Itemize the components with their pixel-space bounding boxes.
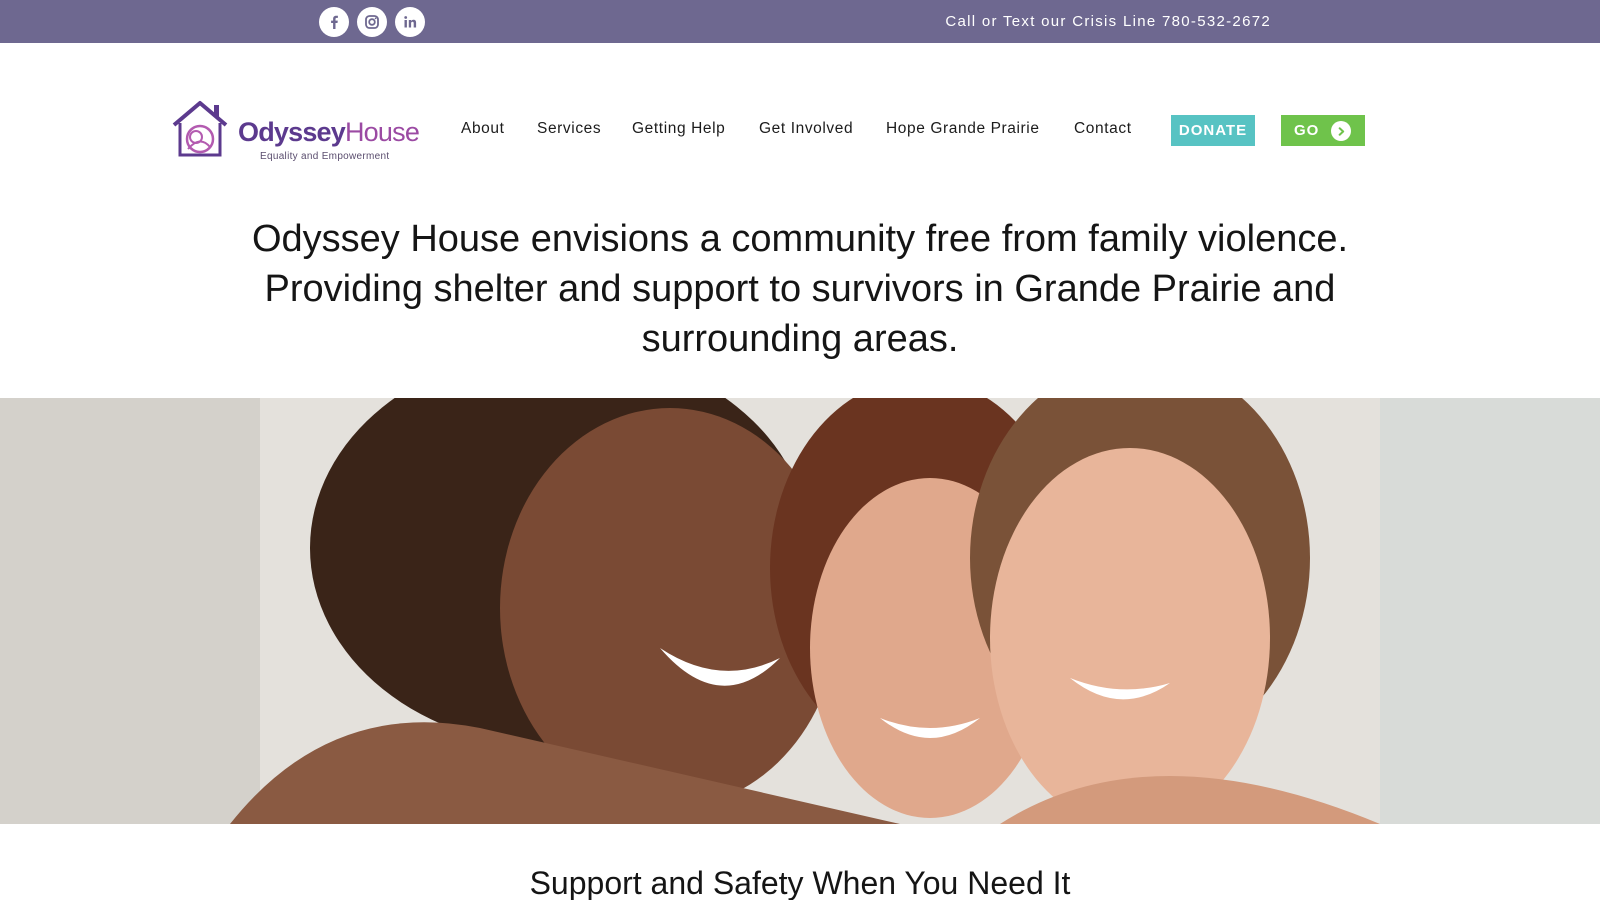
site-logo[interactable]: OdysseyHouse Equality and Empowerment (170, 97, 420, 167)
donate-button[interactable]: DONATE (1171, 115, 1255, 146)
logo-tagline: Equality and Empowerment (260, 151, 390, 162)
hero-photo (0, 398, 1600, 824)
nav-about[interactable]: About (461, 120, 505, 138)
mission-statement: Odyssey House envisions a community free… (251, 218, 1349, 360)
nav-getting-help[interactable]: Getting Help (632, 120, 725, 138)
nav-hope-grande-prairie[interactable]: Hope Grande Prairie (886, 120, 1040, 138)
top-bar: Call or Text our Crisis Line 780-532-267… (0, 0, 1600, 43)
logo-word-house: House (344, 117, 420, 147)
logo-word-odyssey: Odyssey (238, 117, 346, 147)
go-button-label: GO (1294, 122, 1320, 139)
nav-contact[interactable]: Contact (1074, 120, 1132, 138)
logo-wordmark: OdysseyHouse (238, 117, 420, 148)
crisis-line-text: Call or Text our Crisis Line 780-532-267… (945, 13, 1271, 30)
instagram-icon[interactable] (357, 7, 387, 37)
go-button[interactable]: GO (1281, 115, 1365, 146)
house-logo-icon (172, 101, 228, 157)
nav-services[interactable]: Services (537, 120, 601, 138)
linkedin-icon[interactable] (395, 7, 425, 37)
section-title: Support and Safety When You Need It (529, 865, 1071, 900)
facebook-icon[interactable] (319, 7, 349, 37)
chevron-right-icon (1331, 121, 1351, 141)
nav-get-involved[interactable]: Get Involved (759, 120, 853, 138)
